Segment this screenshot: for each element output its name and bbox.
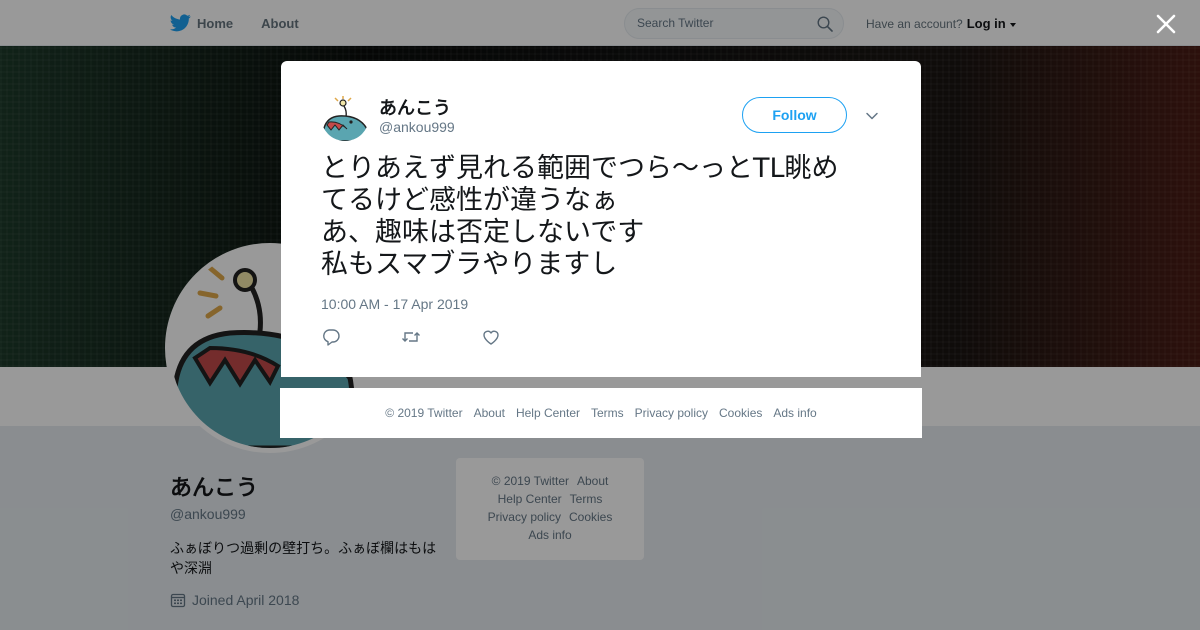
- follow-button[interactable]: Follow: [742, 97, 847, 133]
- tweet-author-handle[interactable]: @ankou999: [379, 119, 455, 135]
- anglerfish-avatar: [321, 93, 369, 141]
- retweet-icon[interactable]: [401, 327, 421, 347]
- modal-footer-copyright: © 2019 Twitter: [385, 406, 463, 420]
- tweet-author-avatar[interactable]: [321, 93, 369, 141]
- close-icon[interactable]: [1154, 12, 1178, 36]
- reply-icon[interactable]: [321, 327, 341, 347]
- modal-footer-cookies-link[interactable]: Cookies: [719, 406, 762, 420]
- tweet-actions: [321, 327, 501, 347]
- modal-footer-about-link[interactable]: About: [474, 406, 505, 420]
- tweet-modal: あんこう @ankou999 Follow とりあえず見れる範囲でつら～っとTL…: [281, 61, 921, 377]
- modal-footer-help-link[interactable]: Help Center: [516, 406, 580, 420]
- modal-footer-terms-link[interactable]: Terms: [591, 406, 624, 420]
- tweet-text: とりあえず見れる範囲でつら～っとTL眺め てるけど感性が違うなぁ あ、趣味は否定…: [321, 153, 839, 280]
- heart-icon[interactable]: [481, 327, 501, 347]
- modal-footer: © 2019 Twitter About Help Center Terms P…: [280, 388, 922, 438]
- modal-footer-privacy-link[interactable]: Privacy policy: [635, 406, 708, 420]
- chevron-down-icon[interactable]: [865, 109, 879, 123]
- modal-footer-ads-link[interactable]: Ads info: [773, 406, 816, 420]
- tweet-timestamp[interactable]: 10:00 AM - 17 Apr 2019: [321, 296, 468, 312]
- tweet-author-name[interactable]: あんこう: [379, 94, 451, 120]
